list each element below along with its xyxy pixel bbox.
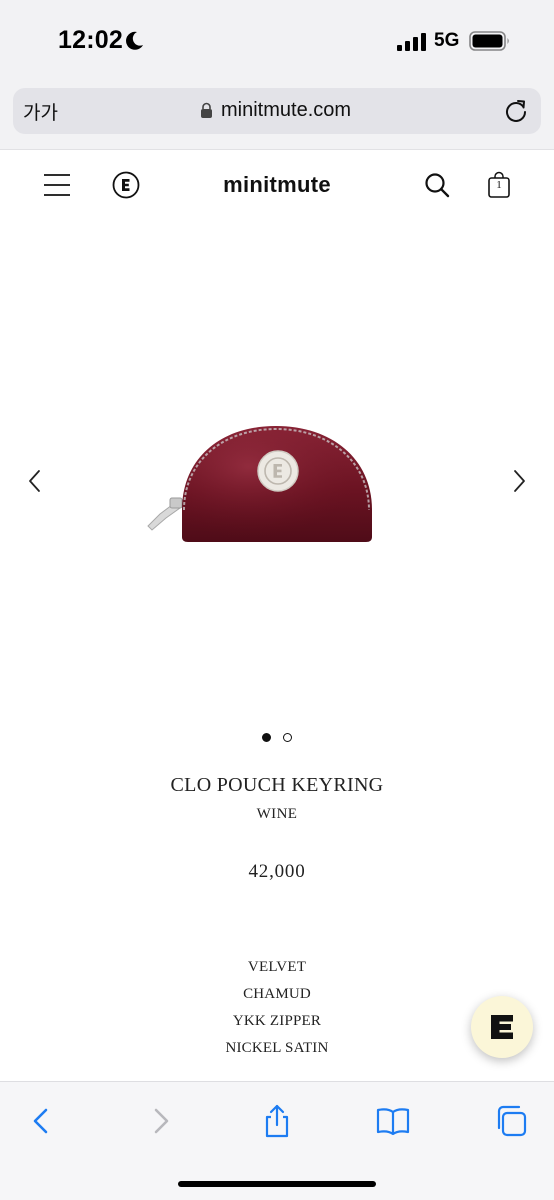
gallery-pagination	[0, 733, 554, 743]
chat-button[interactable]	[471, 996, 533, 1058]
material-item: CHAMUD	[243, 986, 311, 1002]
chevron-left-icon[interactable]	[24, 468, 46, 494]
material-item: VELVET	[247, 959, 307, 975]
browser-address-area: 가가 minitmute.com	[0, 82, 554, 150]
lock-icon	[201, 102, 212, 118]
tabs-icon[interactable]	[494, 1104, 528, 1138]
pagination-dot-1[interactable]	[261, 733, 271, 742]
bookmarks-icon[interactable]	[376, 1104, 410, 1138]
chevron-right-icon[interactable]	[508, 468, 530, 494]
pagination-dot-2[interactable]	[283, 733, 293, 742]
moon-icon	[126, 31, 143, 50]
reload-icon[interactable]	[503, 98, 529, 124]
status-time: 12:02	[58, 26, 123, 54]
product-gallery	[0, 222, 554, 722]
reader-options-button[interactable]: 가가	[23, 98, 58, 125]
product-color: WINE	[256, 806, 298, 822]
product-name: CLO POUCH KEYRING	[170, 774, 384, 796]
site-header: minitmute 1	[0, 150, 554, 222]
product-image	[147, 426, 372, 542]
search-icon[interactable]	[424, 172, 450, 198]
address-bar[interactable]: 가가 minitmute.com	[13, 88, 541, 134]
status-bar: 12:02 5G	[0, 0, 554, 82]
share-icon[interactable]	[260, 1104, 294, 1138]
chat-logo-icon	[491, 1015, 513, 1039]
home-indicator	[178, 1181, 376, 1187]
forward-icon[interactable]	[144, 1104, 178, 1138]
url-text[interactable]: minitmute.com	[221, 99, 351, 122]
cart-button[interactable]: 1	[486, 171, 512, 199]
product-price: 42,000	[248, 861, 306, 882]
brand-logo[interactable]: minitmute	[0, 172, 554, 198]
cart-count: 1	[496, 179, 502, 191]
signal-icon	[397, 33, 426, 51]
back-icon[interactable]	[24, 1104, 58, 1138]
network-label: 5G	[434, 30, 460, 51]
material-item: NICKEL SATIN	[225, 1040, 329, 1056]
battery-icon	[469, 31, 509, 51]
